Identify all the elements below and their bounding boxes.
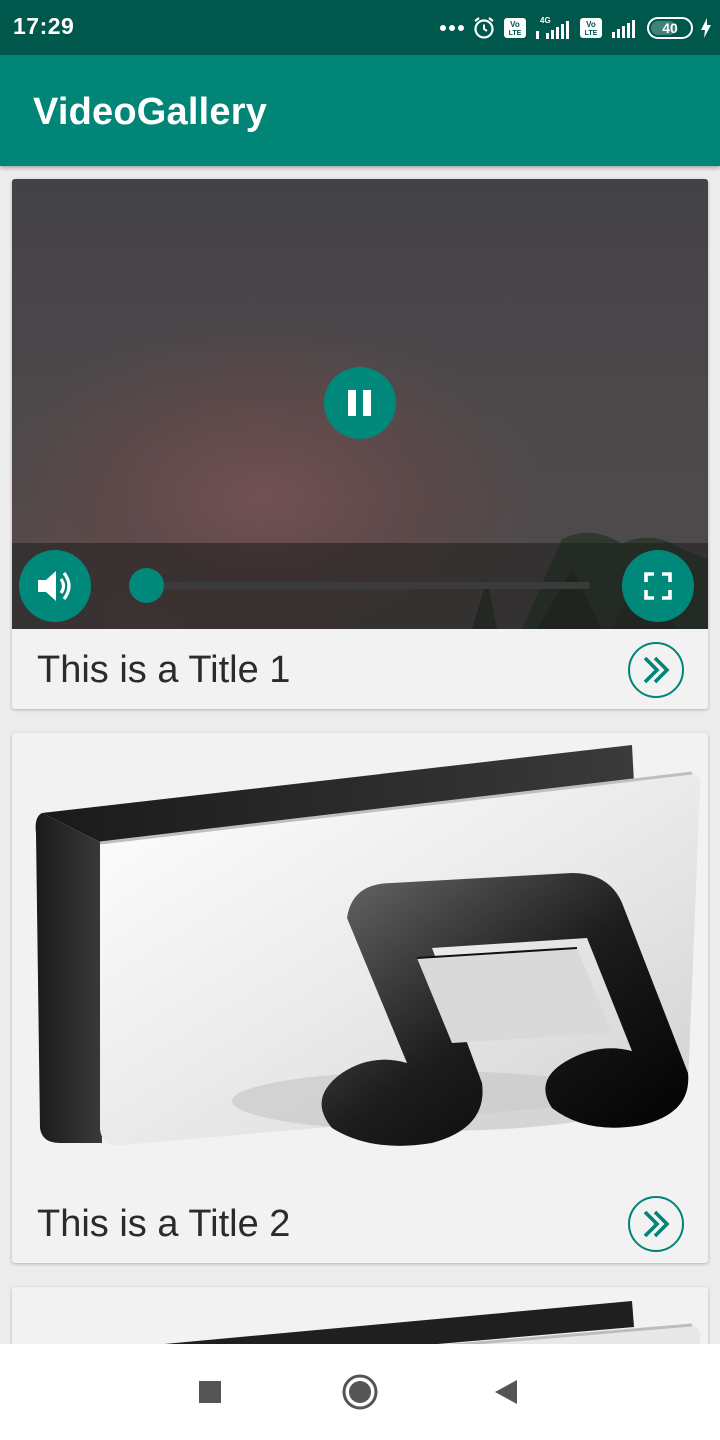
home-circle-icon [342, 1374, 378, 1410]
volume-icon [38, 571, 71, 601]
open-button[interactable] [628, 1196, 684, 1252]
navigation-bar [0, 1344, 720, 1440]
svg-text:Vo: Vo [586, 20, 596, 29]
open-button[interactable] [628, 642, 684, 698]
back-button[interactable] [484, 1370, 528, 1414]
status-icons: Vo LTE 4G Vo LTE 40 [439, 12, 712, 44]
network-label: 4G [540, 16, 551, 25]
battery-level: 40 [662, 20, 678, 36]
status-bar: 17:29 Vo LTE 4G Vo LTE 40 [0, 0, 720, 55]
signal-icon [612, 20, 635, 38]
recents-square-icon [199, 1381, 221, 1403]
video-card[interactable]: This is a Title 2 [12, 733, 708, 1263]
seek-thumb[interactable] [128, 568, 164, 603]
card-title: This is a Title 2 [37, 1203, 291, 1245]
more-dots-icon [440, 25, 464, 31]
double-chevron-right-icon [643, 656, 670, 684]
pause-button[interactable] [324, 367, 396, 439]
back-triangle-icon [495, 1380, 517, 1404]
video-player[interactable] [12, 179, 708, 629]
video-card[interactable]: This is a Title 1 [12, 179, 708, 709]
volte-icon: Vo LTE [504, 18, 526, 38]
svg-text:LTE: LTE [509, 30, 522, 37]
home-button[interactable] [338, 1370, 382, 1414]
card-title: This is a Title 1 [37, 649, 291, 691]
volte-icon: Vo LTE [580, 18, 602, 38]
double-chevron-right-icon [643, 1210, 670, 1238]
app-title: VideoGallery [33, 91, 268, 133]
recents-button[interactable] [188, 1370, 232, 1414]
music-folder-thumbnail [12, 733, 708, 1183]
player-controls [12, 543, 708, 629]
fullscreen-button[interactable] [622, 550, 694, 622]
svg-text:Vo: Vo [510, 20, 520, 29]
svg-text:LTE: LTE [585, 30, 598, 37]
fullscreen-icon [644, 572, 672, 600]
pause-icon [348, 390, 371, 416]
status-time: 17:29 [13, 13, 75, 39]
battery-icon: 40 [647, 17, 693, 39]
volume-button[interactable] [19, 550, 91, 622]
charging-icon [701, 18, 711, 38]
app-bar: VideoGallery [0, 55, 720, 166]
signal-icon: 4G [536, 16, 569, 39]
alarm-icon [474, 17, 494, 39]
seek-bar[interactable] [132, 582, 590, 589]
